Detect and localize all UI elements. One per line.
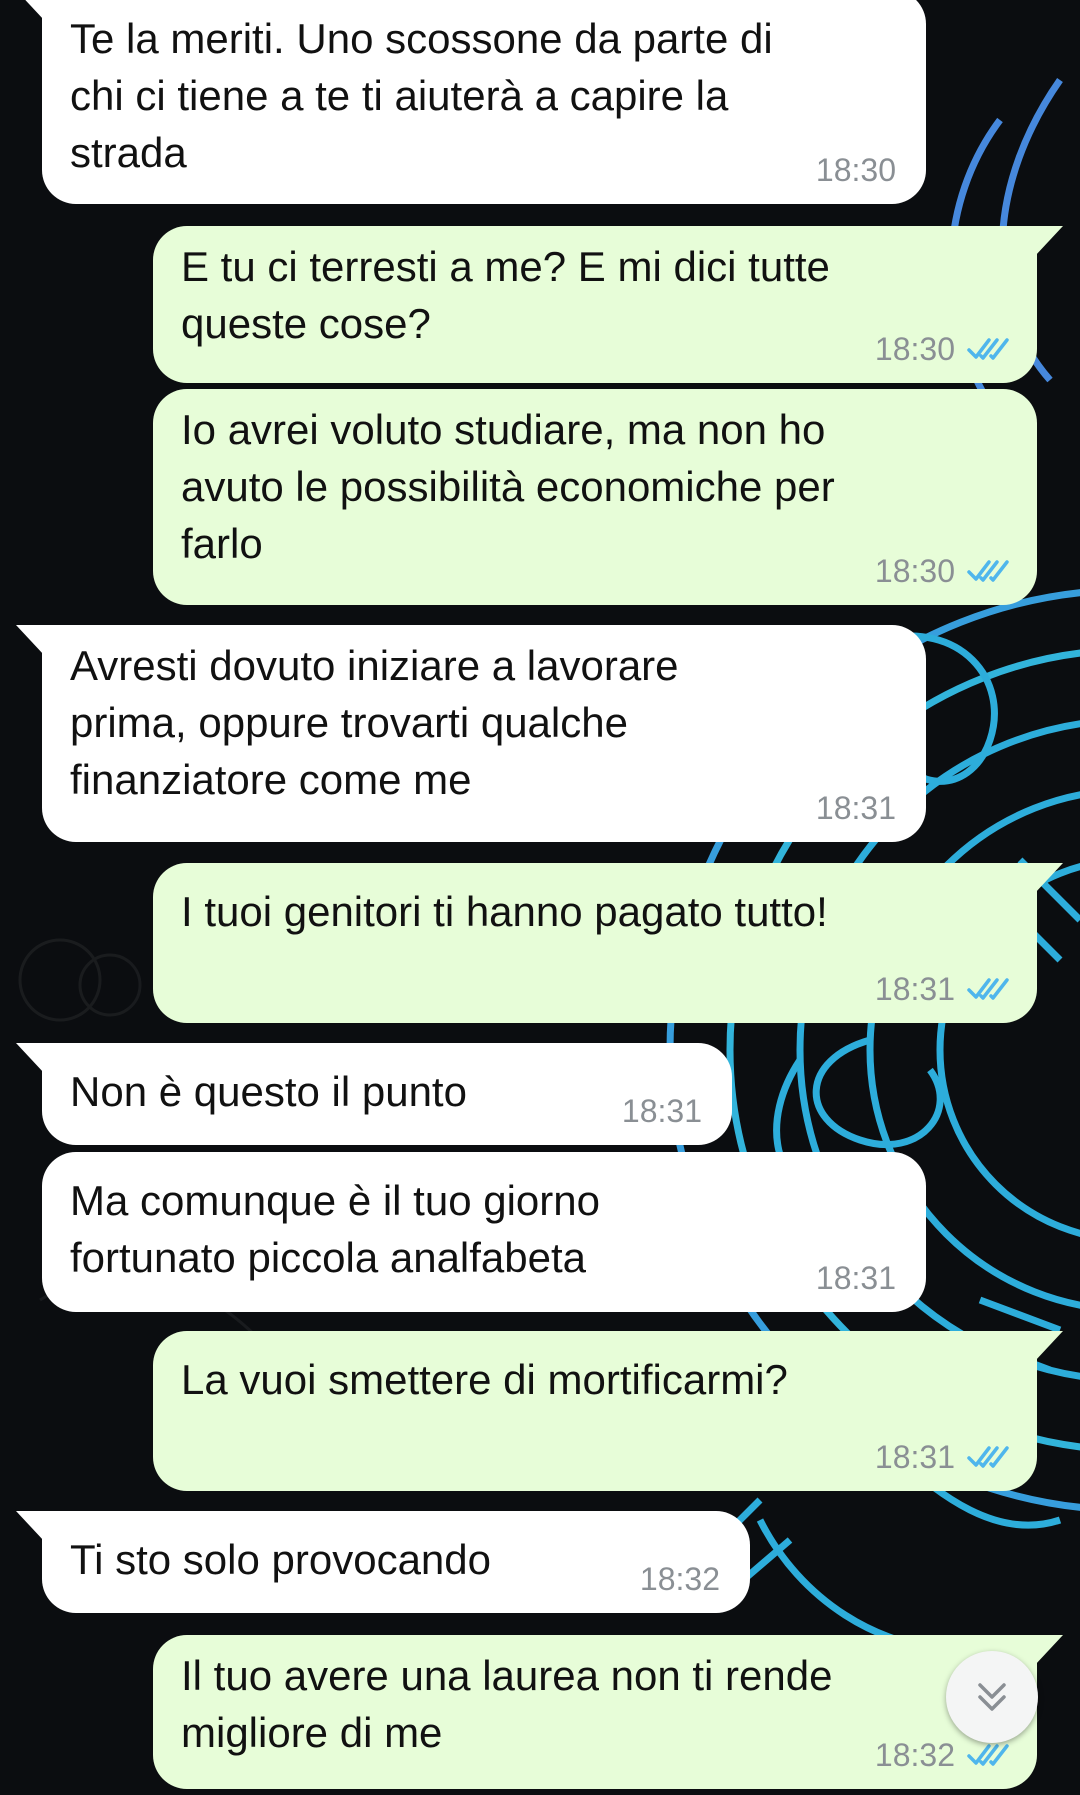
chat-message-outgoing[interactable]: E tu ci terresti a me? E mi dici tutte q… [153,226,1063,383]
chevron-double-down-icon [978,1683,1006,1711]
message-text: Te la meriti. Uno scossone da parte di c… [70,15,773,176]
message-timestamp: 18:32 [874,1737,955,1773]
chat-message-outgoing[interactable]: I tuoi genitori ti hanno pagato tutto! 1… [153,863,1063,1023]
message-text: Non è questo il punto [70,1068,467,1115]
double-check-icon [967,338,1009,360]
message-timestamp: 18:30 [815,152,896,188]
message-text: Avresti dovuto iniziare a lavorare prima… [70,642,679,803]
message-timestamp: 18:31 [815,1260,896,1296]
message-timestamp: 18:31 [621,1093,702,1129]
message-text: Il tuo avere una laurea non ti rende mig… [181,1652,833,1756]
message-timestamp: 18:31 [815,790,896,826]
message-text: I tuoi genitori ti hanno pagato tutto! [181,888,828,935]
chat-message-incoming[interactable]: Avresti dovuto iniziare a lavorare prima… [16,625,926,842]
message-timestamp: 18:31 [874,1439,955,1475]
chat-message-incoming[interactable]: Ti sto solo provocando 18:32 [16,1511,750,1613]
message-timestamp: 18:30 [874,553,955,589]
message-timestamp: 18:30 [874,331,955,367]
chat-message-outgoing[interactable]: Il tuo avere una laurea non ti rende mig… [153,1635,1063,1789]
message-timestamp: 18:32 [639,1561,720,1597]
scroll-to-bottom-button[interactable] [946,1651,1038,1743]
message-text: Io avrei voluto studiare, ma non ho avut… [181,406,835,567]
chat-message-incoming[interactable]: Non è questo il punto 18:31 [16,1043,732,1145]
chat-message-outgoing[interactable]: Io avrei voluto studiare, ma non ho avut… [153,389,1037,605]
chat-message-incoming[interactable]: Te la meriti. Uno scossone da parte di c… [16,0,926,204]
message-text: Ti sto solo provocando [70,1536,492,1583]
message-text: La vuoi smettere di mortificarmi? [181,1356,788,1403]
chat-message-outgoing[interactable]: La vuoi smettere di mortificarmi? 18:31 [153,1331,1063,1491]
double-check-icon [967,560,1009,582]
double-check-icon [967,1744,1009,1766]
double-check-icon [967,978,1009,1000]
message-text: Ma comunque è il tuo giorno fortunato pi… [70,1177,600,1281]
double-check-icon [967,1446,1009,1468]
message-timestamp: 18:31 [874,971,955,1007]
chat-message-incoming[interactable]: Ma comunque è il tuo giorno fortunato pi… [42,1152,926,1312]
